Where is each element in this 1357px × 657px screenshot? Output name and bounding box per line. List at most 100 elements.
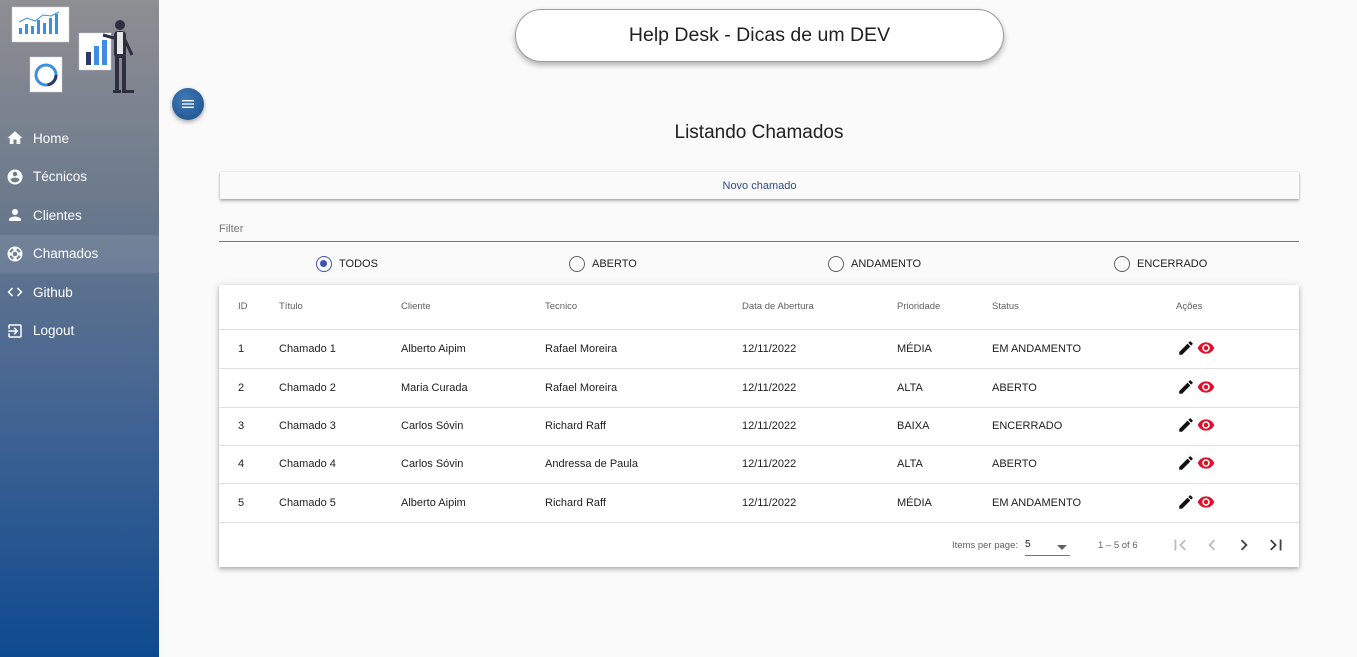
radio-label: ENCERRADO <box>1137 258 1208 270</box>
table-row: 4 Chamado 4 Carlos Sóvin Andressa de Paula 1… <box>219 445 1299 484</box>
radio-encerrado[interactable]: ENCERRADO <box>1114 256 1207 272</box>
last-page-button[interactable] <box>1265 534 1287 556</box>
cell-data-abertura: 12/11/2022 <box>742 458 797 470</box>
page-size-select[interactable]: 5 <box>1025 536 1070 556</box>
column-header-acoes: Ações <box>1176 301 1203 312</box>
last-page-icon <box>1270 539 1282 551</box>
cell-titulo: Chamado 3 <box>279 420 336 432</box>
row-actions <box>1177 454 1217 472</box>
new-ticket-button[interactable]: Novo chamado <box>220 172 1299 199</box>
cell-titulo: Chamado 2 <box>279 382 336 394</box>
next-page-button[interactable] <box>1233 534 1255 556</box>
sidebar-item-label: Logout <box>33 323 75 339</box>
range-label: 1 – 5 of 6 <box>1098 540 1138 551</box>
edit-icon[interactable] <box>1177 454 1195 472</box>
edit-icon[interactable] <box>1177 378 1195 396</box>
sidebar-nav: Home Técnicos Clientes Chamados Github L… <box>0 119 159 350</box>
column-header-data-abertura[interactable]: Data de Abertura <box>742 301 814 312</box>
cell-id: 4 <box>238 458 245 470</box>
cell-tecnico: Andressa de Paula <box>545 458 638 470</box>
row-actions <box>1177 339 1217 357</box>
cell-data-abertura: 12/11/2022 <box>742 497 797 509</box>
previous-page-button[interactable] <box>1201 534 1223 556</box>
cell-id: 2 <box>238 382 245 394</box>
radio-todos[interactable]: TODOS <box>316 256 378 272</box>
cell-prioridade: MÉDIA <box>897 343 932 355</box>
sidebar-item-logout[interactable]: Logout <box>0 312 159 351</box>
cell-titulo: Chamado 5 <box>279 497 336 509</box>
status-filter-group: TODOS ABERTO ANDAMENTO ENCERRADO <box>0 256 1357 274</box>
cell-id: 1 <box>238 343 245 355</box>
column-header-id[interactable]: ID <box>238 301 248 312</box>
first-page-icon <box>1174 539 1186 551</box>
column-header-tecnico[interactable]: Tecnico <box>545 301 577 312</box>
filter-input[interactable] <box>219 218 1299 240</box>
view-icon[interactable] <box>1197 493 1215 511</box>
tickets-table: ID Título Cliente Tecnico Data de Abertu… <box>219 285 1299 567</box>
radio-aberto[interactable]: ABERTO <box>569 256 637 272</box>
cell-tecnico: Rafael Moreira <box>545 382 618 394</box>
column-header-titulo[interactable]: Título <box>279 301 303 312</box>
cell-cliente: Alberto Aipim <box>401 497 466 509</box>
edit-icon[interactable] <box>1177 493 1195 511</box>
view-icon[interactable] <box>1197 454 1215 472</box>
account-circle-icon <box>7 169 23 185</box>
sidebar-item-label: Clientes <box>33 207 82 223</box>
sidebar-item-label: Técnicos <box>33 169 88 185</box>
cell-titulo: Chamado 4 <box>279 458 336 470</box>
sidebar-item-github[interactable]: Github <box>0 273 159 312</box>
radio-circle <box>569 256 585 272</box>
cell-status: ENCERRADO <box>992 420 1063 432</box>
first-page-button[interactable] <box>1169 534 1191 556</box>
cell-data-abertura: 12/11/2022 <box>742 420 797 432</box>
page-title: Listando Chamados <box>674 122 844 143</box>
cell-prioridade: ALTA <box>897 458 923 470</box>
logout-icon <box>8 324 22 338</box>
cell-prioridade: MÉDIA <box>897 497 932 509</box>
edit-icon[interactable] <box>1177 339 1195 357</box>
edit-icon[interactable] <box>1177 416 1195 434</box>
cell-tecnico: Rafael Moreira <box>545 343 618 355</box>
sidebar: Home Técnicos Clientes Chamados Github L… <box>0 0 159 657</box>
radio-label: TODOS <box>339 258 378 270</box>
column-header-cliente[interactable]: Cliente <box>401 301 431 312</box>
table-row: 2 Chamado 2 Maria Curada Rafael Moreira 12/1… <box>219 369 1299 408</box>
filter-field <box>219 218 1299 242</box>
cell-id: 3 <box>238 420 245 432</box>
cell-data-abertura: 12/11/2022 <box>742 382 797 394</box>
menu-icon <box>182 100 194 108</box>
cell-prioridade: ALTA <box>897 382 923 394</box>
column-header-status[interactable]: Status <box>992 301 1019 312</box>
radio-circle <box>1114 256 1130 272</box>
page-size-value: 5 <box>1025 539 1031 550</box>
dashboard-illustration <box>11 6 134 93</box>
cell-cliente: Maria Curada <box>401 382 468 394</box>
items-per-page-label: Items per page: <box>952 540 1019 551</box>
table-header: ID Título Cliente Tecnico Data de Abertu… <box>219 285 1299 330</box>
cell-data-abertura: 12/11/2022 <box>742 343 797 355</box>
cell-tecnico: Richard Raff <box>545 497 606 509</box>
cell-status: EM ANDAMENTO <box>992 497 1082 509</box>
cell-id: 5 <box>238 497 245 509</box>
row-actions <box>1177 416 1217 434</box>
table-row: 1 Chamado 1 Alberto Aipim Rafael Moreira 12/… <box>219 330 1299 369</box>
cell-status: ABERTO <box>992 382 1037 394</box>
view-icon[interactable] <box>1197 339 1215 357</box>
row-actions <box>1177 493 1217 511</box>
cell-titulo: Chamado 1 <box>279 343 336 355</box>
radio-andamento[interactable]: ANDAMENTO <box>828 256 921 272</box>
radio-label: ABERTO <box>592 258 637 270</box>
sidebar-item-tecnicos[interactable]: Técnicos <box>0 158 159 197</box>
app-title: Help Desk - Dicas de um DEV <box>515 9 1004 62</box>
view-icon[interactable] <box>1197 416 1215 434</box>
menu-toggle-button[interactable] <box>172 88 204 120</box>
view-icon[interactable] <box>1197 378 1215 396</box>
dropdown-arrow-icon <box>1057 545 1067 550</box>
cell-tecnico: Richard Raff <box>545 420 606 432</box>
sidebar-item-clientes[interactable]: Clientes <box>0 196 159 235</box>
column-header-prioridade[interactable]: Prioridade <box>897 301 940 312</box>
table-row: 5 Chamado 5 Alberto Aipim Richard Raff 12/11… <box>219 484 1299 523</box>
table-row: 3 Chamado 3 Carlos Sóvin Richard Raff 12/11/… <box>219 407 1299 446</box>
person-icon <box>9 209 21 222</box>
code-icon <box>7 287 23 297</box>
